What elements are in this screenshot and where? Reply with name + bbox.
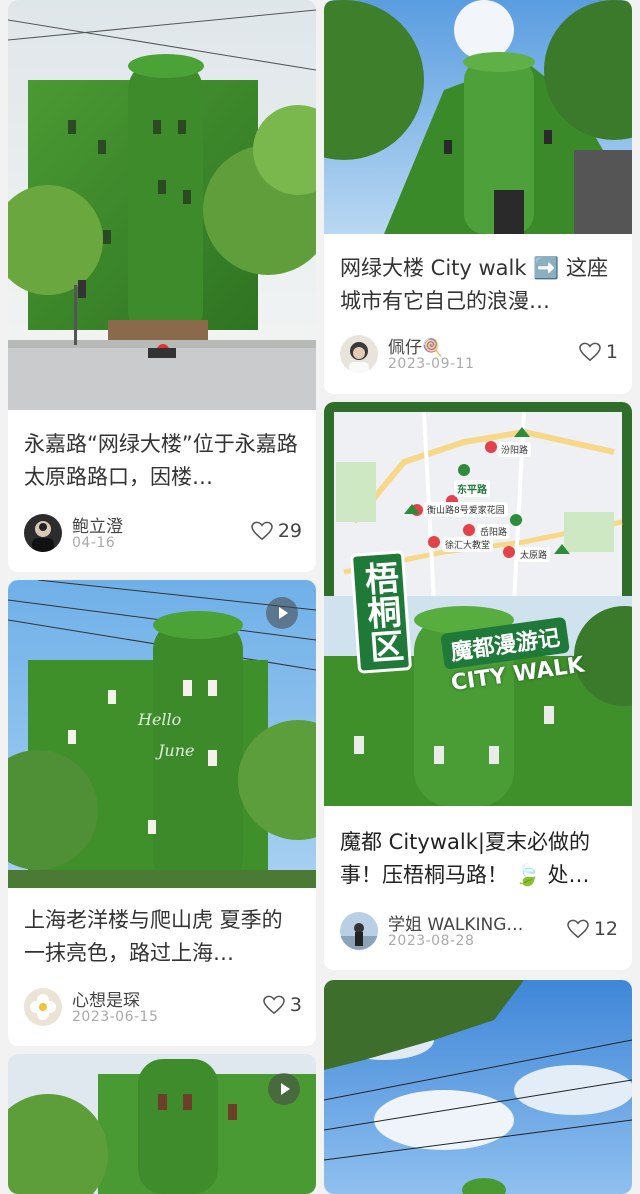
feed-card-3[interactable]: 汾阳路 东平路 衡山路8号爱家花园 岳阳路 徐汇大教堂 太原路 梧桐区 魔都漫游…	[324, 402, 632, 970]
heart-icon	[263, 995, 285, 1015]
map-label-hengshan: 衡山路8号爱家花园	[424, 502, 508, 517]
card-1-like-count: 29	[277, 520, 302, 542]
card-2-like-button[interactable]: 1	[579, 341, 618, 363]
card-1-title[interactable]: 永嘉路“网绿大楼”位于永嘉路太原路路口，因楼…	[24, 428, 302, 494]
card-1-author[interactable]: 鲍立澄	[72, 512, 123, 537]
heart-icon	[579, 342, 601, 362]
card-4-image[interactable]: Hello June	[8, 580, 316, 888]
map-label-xuhui-cathedral: 徐汇大教堂	[442, 537, 494, 552]
card-2-title[interactable]: 网绿大楼 City walk ➡️ 这座城市有它自己的浪漫…	[340, 252, 618, 318]
card-2-date: 2023-09-11	[388, 356, 475, 372]
svg-text:June: June	[155, 741, 195, 760]
video-play-icon[interactable]	[266, 597, 298, 629]
person-avatar-icon[interactable]	[340, 335, 378, 373]
video-play-icon[interactable]	[268, 1073, 300, 1105]
card-4-title[interactable]: 上海老洋楼与爬山虎 夏季的一抹亮色，路过上海…	[24, 904, 302, 970]
card-4-date: 2023-06-15	[72, 1009, 159, 1025]
card-1-image[interactable]	[8, 0, 316, 410]
card-4-like-button[interactable]: 3	[263, 994, 302, 1016]
feed-card-6[interactable]	[8, 1054, 316, 1194]
feed-card-5[interactable]	[324, 980, 632, 1194]
heart-icon	[251, 521, 273, 541]
card-2-like-count: 1	[605, 341, 618, 363]
person-avatar-icon[interactable]	[24, 514, 62, 552]
card-3-title[interactable]: 魔都 Citywalk|夏末必做的事！压梧桐马路！ 🍃 处…	[340, 826, 618, 892]
district-text: 梧桐区	[357, 559, 405, 665]
card-2-author[interactable]: 佩仔🍭	[388, 333, 443, 358]
card-6-image[interactable]	[8, 1054, 316, 1194]
map-label-taiyuan: 太原路	[517, 547, 551, 562]
svg-text:Hello: Hello	[137, 710, 181, 729]
card-1-like-button[interactable]: 29	[251, 520, 302, 542]
map-label-fenyang: 汾阳路	[498, 442, 532, 457]
card-3-image[interactable]: 汾阳路 东平路 衡山路8号爱家花园 岳阳路 徐汇大教堂 太原路 梧桐区 魔都漫游…	[324, 402, 632, 806]
card-4-meta: 心想是琛 2023-06-15 3	[24, 986, 302, 1030]
flower-avatar-icon[interactable]	[24, 988, 62, 1026]
person-avatar-icon[interactable]	[340, 912, 378, 950]
card-1-meta: 鲍立澄 04-16 29	[24, 512, 302, 556]
card-2-image[interactable]	[324, 0, 632, 234]
map-label-dongping: 东平路	[454, 480, 490, 497]
card-4-author[interactable]: 心想是琛	[72, 986, 140, 1011]
card-3-date: 2023-08-28	[388, 933, 475, 949]
card-3-author[interactable]: 学姐 WALKING…	[388, 910, 523, 935]
card-1-date: 04-16	[72, 535, 116, 551]
feed-card-2[interactable]: 网绿大楼 City walk ➡️ 这座城市有它自己的浪漫… 佩仔🍭 2023-…	[324, 0, 632, 394]
card-2-meta: 佩仔🍭 2023-09-11 1	[340, 333, 618, 377]
card-3-meta: 学姐 WALKING… 2023-08-28 12	[340, 910, 618, 954]
card-5-image[interactable]	[324, 980, 632, 1194]
district-tag: 梧桐区	[349, 550, 413, 674]
card-4-like-count: 3	[289, 994, 302, 1016]
feed-card-1[interactable]: 永嘉路“网绿大楼”位于永嘉路太原路路口，因楼… 鲍立澄 04-16 29	[8, 0, 316, 572]
card-3-like-count: 12	[593, 918, 618, 940]
heart-icon	[567, 919, 589, 939]
feed-card-4[interactable]: Hello June 上海老洋楼与爬山虎 夏季的一抹亮色，路过上海… 心想是琛 …	[8, 580, 316, 1046]
card-3-like-button[interactable]: 12	[567, 918, 618, 940]
